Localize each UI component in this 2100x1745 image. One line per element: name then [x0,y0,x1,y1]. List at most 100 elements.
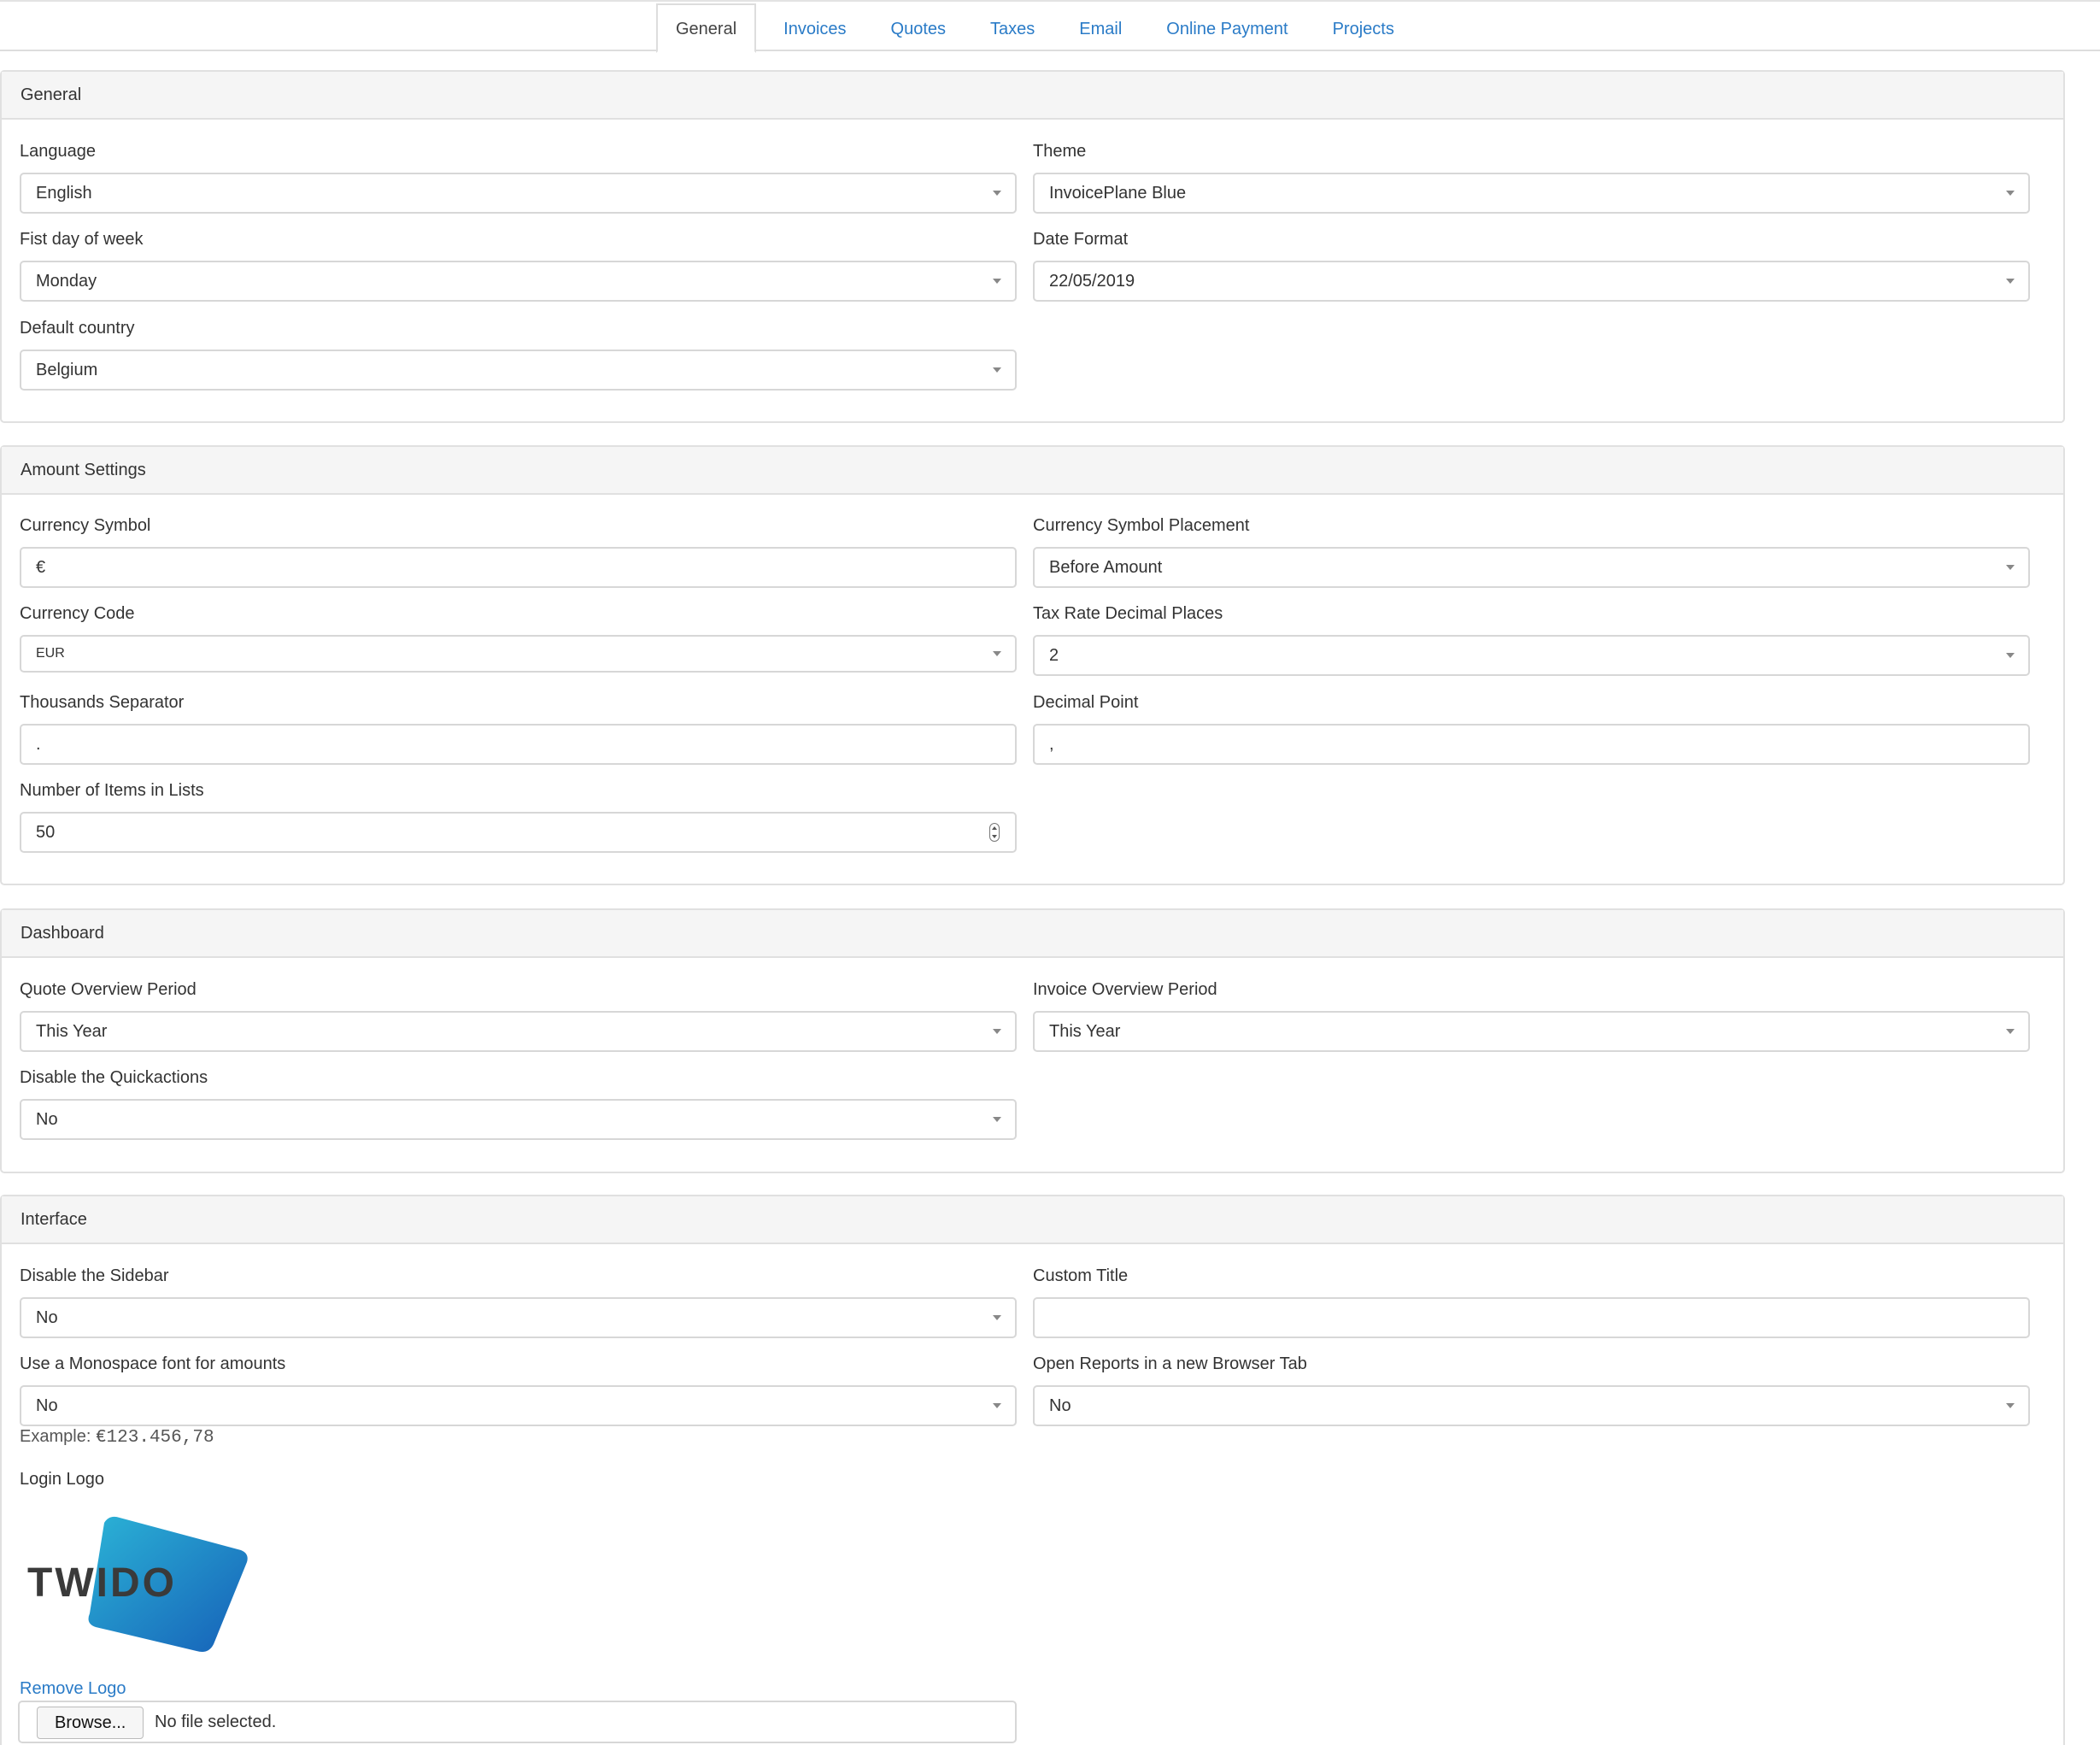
chevron-down-icon [993,191,1001,196]
settings-page: General Invoices Quotes Taxes Email Onli… [0,0,2100,1745]
tax-decimals-field: Tax Rate Decimal Places 2 [1033,601,2030,676]
disable-sidebar-field: Disable the Sidebar No [20,1263,1017,1338]
tab-projects[interactable]: Projects [1316,5,1411,53]
chevron-down-icon [2006,279,2015,284]
dashboard-heading: Dashboard [2,910,2063,958]
chevron-down-icon [993,651,1001,656]
default-country-value: Belgium [36,361,98,379]
default-country-field: Default country Belgium [20,315,1017,391]
example-amount: €123.456,78 [95,1428,214,1448]
first-day-value: Monday [36,272,97,291]
decimal-point-field: Decimal Point , [1033,690,2030,765]
quickactions-field: Disable the Quickactions No [20,1065,1017,1140]
chevron-down-icon [2006,1403,2015,1408]
first-day-field: Fist day of week Monday [20,226,1017,302]
number-spinner-icon[interactable] [989,823,1000,842]
invoice-period-select[interactable]: This Year [1033,1011,2030,1052]
logo-text: TWIDO [27,1560,177,1606]
currency-code-value: EUR [36,646,65,661]
currency-symbol-label: Currency Symbol [20,516,151,535]
chevron-down-icon [993,279,1001,284]
first-day-label: Fist day of week [20,230,144,249]
disable-sidebar-label: Disable the Sidebar [20,1266,169,1285]
invoice-period-field: Invoice Overview Period This Year [1033,977,2030,1052]
reports-new-tab-select[interactable]: No [1033,1385,2030,1426]
quote-period-label: Quote Overview Period [20,980,197,999]
language-label: Language [20,142,96,161]
currency-symbol-value: € [36,558,46,577]
theme-value: InvoicePlane Blue [1049,184,1187,203]
currency-code-select[interactable]: EUR [20,635,1017,673]
tax-decimals-value: 2 [1049,646,1059,665]
thousands-separator-value: . [36,735,41,754]
currency-symbol-input[interactable]: € [20,547,1017,588]
thousands-separator-field: Thousands Separator . [20,690,1017,765]
twido-logo: TWIDO [27,1516,248,1652]
first-day-select[interactable]: Monday [20,261,1017,302]
file-status-text: No file selected. [155,1713,277,1731]
tab-invoices[interactable]: Invoices [766,5,863,53]
tab-taxes[interactable]: Taxes [973,5,1052,53]
disable-sidebar-select[interactable]: No [20,1297,1017,1338]
tax-decimals-select[interactable]: 2 [1033,635,2030,676]
chevron-down-icon [993,1029,1001,1034]
items-in-lists-input[interactable]: 50 [20,812,1017,853]
chevron-down-icon [993,1117,1001,1122]
currency-code-label: Currency Code [20,604,135,623]
remove-logo-link[interactable]: Remove Logo [20,1679,126,1699]
custom-title-input[interactable] [1033,1297,2030,1338]
decimal-point-input[interactable]: , [1033,724,2030,765]
quickactions-select[interactable]: No [20,1099,1017,1140]
monospace-example: Example: €123.456,78 [20,1427,214,1448]
monospace-field: Use a Monospace font for amounts No [20,1351,1017,1426]
invoice-period-value: This Year [1049,1022,1121,1041]
amount-settings-panel: Amount Settings Currency Symbol € Curren… [0,445,2065,885]
tab-general[interactable]: General [656,3,757,53]
symbol-placement-select[interactable]: Before Amount [1033,547,2030,588]
chevron-down-icon [993,1315,1001,1320]
chevron-down-icon [993,367,1001,373]
tab-email[interactable]: Email [1062,5,1139,53]
general-panel-heading: General [2,72,2063,120]
date-format-select[interactable]: 22/05/2019 [1033,261,2030,302]
custom-title-field: Custom Title [1033,1263,2030,1338]
logo-file-input[interactable]: Browse... No file selected. [18,1701,1017,1743]
default-country-select[interactable]: Belgium [20,350,1017,391]
amount-settings-heading: Amount Settings [2,447,2063,495]
symbol-placement-value: Before Amount [1049,558,1163,577]
reports-new-tab-label: Open Reports in a new Browser Tab [1033,1354,1307,1373]
tab-online-payment[interactable]: Online Payment [1149,5,1305,53]
date-format-field: Date Format 22/05/2019 [1033,226,2030,302]
thousands-separator-label: Thousands Separator [20,693,185,712]
date-format-value: 22/05/2019 [1049,272,1135,291]
chevron-down-icon [2006,191,2015,196]
items-in-lists-label: Number of Items in Lists [20,781,204,800]
quote-period-field: Quote Overview Period This Year [20,977,1017,1052]
date-format-label: Date Format [1033,230,1129,249]
monospace-value: No [36,1396,58,1415]
theme-select[interactable]: InvoicePlane Blue [1033,173,2030,214]
monospace-label: Use a Monospace font for amounts [20,1354,286,1373]
settings-tabbar: General Invoices Quotes Taxes Email Onli… [0,0,2100,53]
decimal-point-label: Decimal Point [1033,693,1139,712]
language-field: Language English [20,138,1017,214]
symbol-placement-label: Currency Symbol Placement [1033,516,1250,535]
quote-period-select[interactable]: This Year [20,1011,1017,1052]
reports-new-tab-value: No [1049,1396,1071,1415]
interface-panel: Interface Disable the Sidebar No Custom … [0,1195,2065,1745]
language-select[interactable]: English [20,173,1017,214]
monospace-select[interactable]: No [20,1385,1017,1426]
disable-sidebar-value: No [36,1308,58,1327]
browse-button[interactable]: Browse... [37,1707,144,1739]
invoice-period-label: Invoice Overview Period [1033,980,1217,999]
currency-code-field: Currency Code EUR [20,601,1017,673]
quickactions-value: No [36,1110,58,1129]
thousands-separator-input[interactable]: . [20,724,1017,765]
quote-period-value: This Year [36,1022,108,1041]
interface-heading: Interface [2,1196,2063,1244]
chevron-down-icon [2006,653,2015,658]
tab-quotes[interactable]: Quotes [874,5,963,53]
default-country-label: Default country [20,319,135,338]
language-value: English [36,184,92,203]
decimal-point-value: , [1049,735,1054,754]
